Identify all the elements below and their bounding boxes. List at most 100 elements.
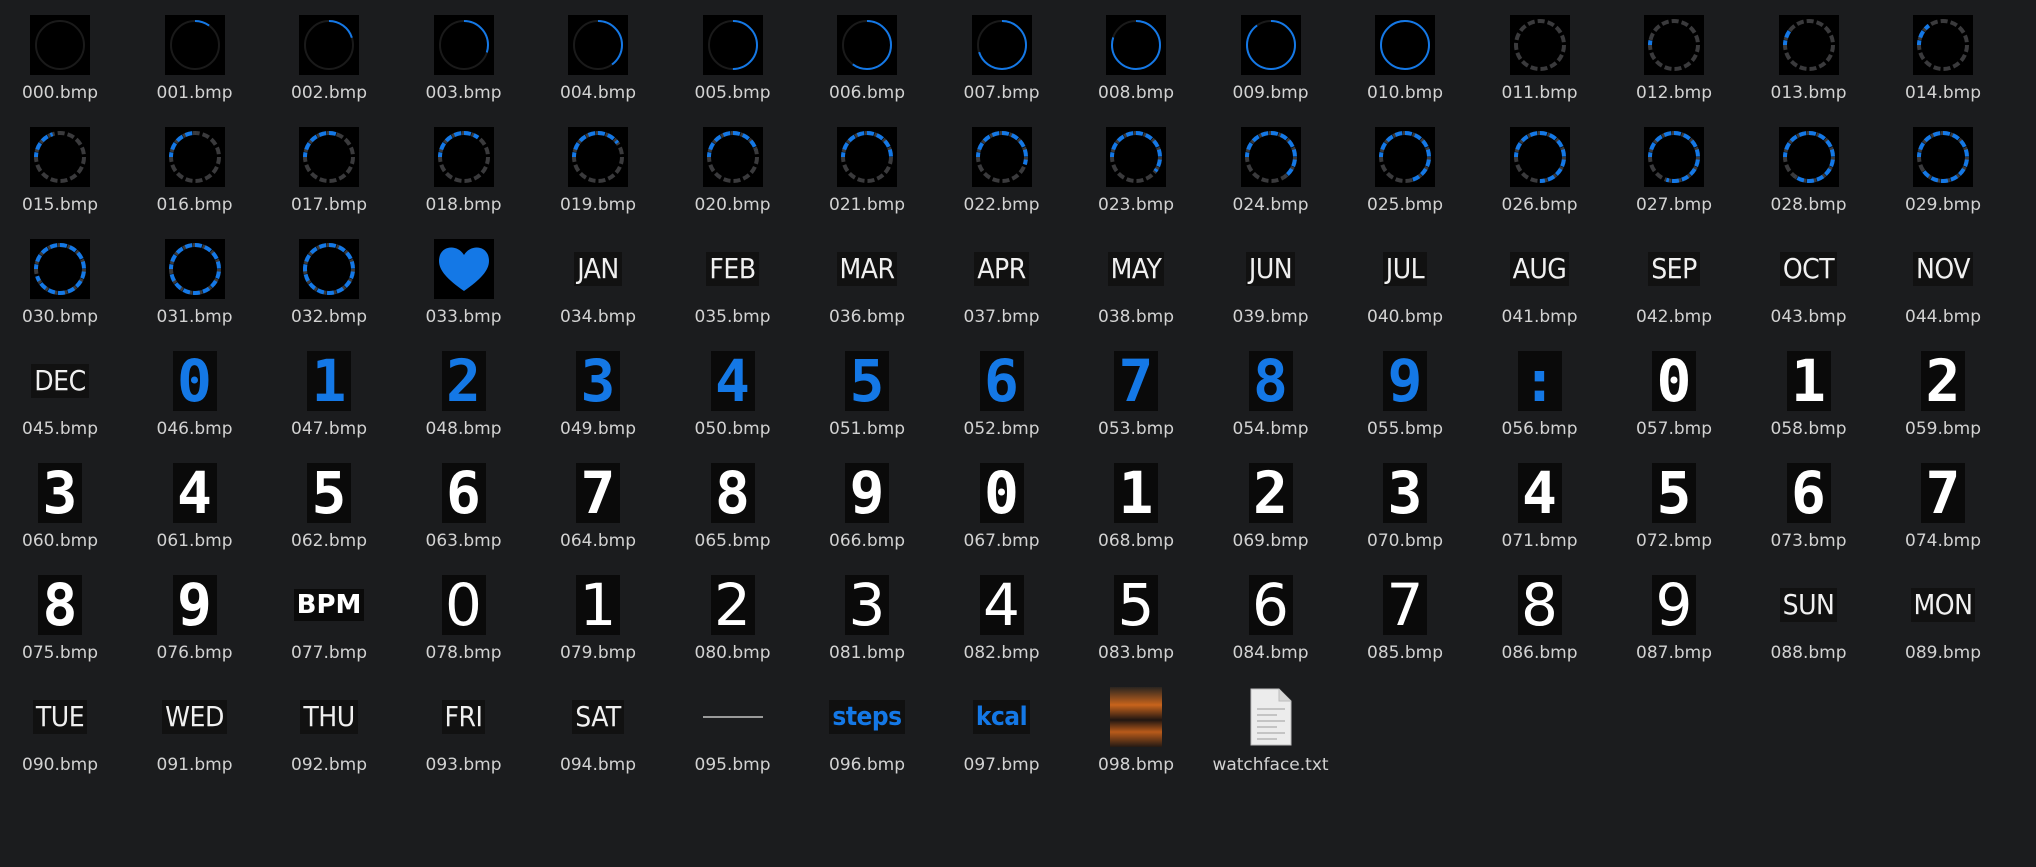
file-item[interactable]: BPM 077.bmp	[261, 575, 397, 683]
file-item[interactable]: 4 082.bmp	[934, 575, 1070, 683]
file-item[interactable]: 029.bmp	[1875, 127, 2011, 235]
file-item[interactable]: SUN 088.bmp	[1741, 575, 1877, 683]
file-item[interactable]: 6 052.bmp	[934, 351, 1070, 459]
file-item[interactable]: 016.bmp	[127, 127, 263, 235]
file-item[interactable]: 002.bmp	[261, 15, 397, 123]
file-item[interactable]: TUE 090.bmp	[0, 687, 128, 795]
file-item[interactable]: 026.bmp	[1472, 127, 1608, 235]
file-item[interactable]: 033.bmp	[396, 239, 532, 347]
file-item[interactable]: MAR 036.bmp	[799, 239, 935, 347]
file-item[interactable]: kcal 097.bmp	[934, 687, 1070, 795]
file-item[interactable]: 004.bmp	[530, 15, 666, 123]
file-item[interactable]: 0 078.bmp	[396, 575, 532, 683]
file-item[interactable]: 013.bmp	[1741, 15, 1877, 123]
file-item[interactable]: AUG 041.bmp	[1472, 239, 1608, 347]
file-item[interactable]: steps 096.bmp	[799, 687, 935, 795]
file-item[interactable]: 4 071.bmp	[1472, 463, 1608, 571]
file-item[interactable]: 018.bmp	[396, 127, 532, 235]
file-item[interactable]: 008.bmp	[1068, 15, 1204, 123]
file-item[interactable]: 015.bmp	[0, 127, 128, 235]
file-item[interactable]: 7 074.bmp	[1875, 463, 2011, 571]
file-item[interactable]: THU 092.bmp	[261, 687, 397, 795]
file-item[interactable]: watchface.txt	[1203, 687, 1339, 795]
file-item[interactable]: 9 076.bmp	[127, 575, 263, 683]
file-item[interactable]: 1 058.bmp	[1741, 351, 1877, 459]
file-item[interactable]: 028.bmp	[1741, 127, 1877, 235]
file-item[interactable]: 5 083.bmp	[1068, 575, 1204, 683]
file-item[interactable]: 8 065.bmp	[665, 463, 801, 571]
file-item[interactable]: 2 048.bmp	[396, 351, 532, 459]
file-item[interactable]: 021.bmp	[799, 127, 935, 235]
file-item[interactable]: 0 057.bmp	[1606, 351, 1742, 459]
file-item[interactable]: 032.bmp	[261, 239, 397, 347]
file-item[interactable]: APR 037.bmp	[934, 239, 1070, 347]
file-item[interactable]: 6 073.bmp	[1741, 463, 1877, 571]
file-item[interactable]: 5 051.bmp	[799, 351, 935, 459]
file-item[interactable]: 011.bmp	[1472, 15, 1608, 123]
file-item[interactable]: 4 061.bmp	[127, 463, 263, 571]
file-item[interactable]: 0 067.bmp	[934, 463, 1070, 571]
file-item[interactable]: 022.bmp	[934, 127, 1070, 235]
file-item[interactable]: SEP 042.bmp	[1606, 239, 1742, 347]
file-item[interactable]: 7 064.bmp	[530, 463, 666, 571]
file-item[interactable]: 014.bmp	[1875, 15, 2011, 123]
file-item[interactable]: 8 075.bmp	[0, 575, 128, 683]
file-item[interactable]: JAN 034.bmp	[530, 239, 666, 347]
file-item[interactable]: 9 087.bmp	[1606, 575, 1742, 683]
file-item[interactable]: 023.bmp	[1068, 127, 1204, 235]
file-item[interactable]: 1 068.bmp	[1068, 463, 1204, 571]
file-item[interactable]: 9 055.bmp	[1337, 351, 1473, 459]
file-item[interactable]: 9 066.bmp	[799, 463, 935, 571]
file-item[interactable]: MAY 038.bmp	[1068, 239, 1204, 347]
file-item[interactable]: 7 053.bmp	[1068, 351, 1204, 459]
file-item[interactable]: 8 054.bmp	[1203, 351, 1339, 459]
file-item[interactable]: 027.bmp	[1606, 127, 1742, 235]
file-item[interactable]: 010.bmp	[1337, 15, 1473, 123]
file-item[interactable]: 5 072.bmp	[1606, 463, 1742, 571]
file-item[interactable]: 1 047.bmp	[261, 351, 397, 459]
file-item[interactable]: FRI 093.bmp	[396, 687, 532, 795]
file-item[interactable]: 2 059.bmp	[1875, 351, 2011, 459]
file-item[interactable]: 017.bmp	[261, 127, 397, 235]
file-item[interactable]: OCT 043.bmp	[1741, 239, 1877, 347]
file-item[interactable]: 007.bmp	[934, 15, 1070, 123]
file-item[interactable]: 012.bmp	[1606, 15, 1742, 123]
file-item[interactable]: 2 069.bmp	[1203, 463, 1339, 571]
file-item[interactable]: 001.bmp	[127, 15, 263, 123]
file-item[interactable]: 3 081.bmp	[799, 575, 935, 683]
file-item[interactable]: 6 084.bmp	[1203, 575, 1339, 683]
file-item[interactable]: 000.bmp	[0, 15, 128, 123]
file-item[interactable]: 009.bmp	[1203, 15, 1339, 123]
file-item[interactable]: JUL 040.bmp	[1337, 239, 1473, 347]
file-item[interactable]: 8 086.bmp	[1472, 575, 1608, 683]
file-item[interactable]: MON 089.bmp	[1875, 575, 2011, 683]
file-item[interactable]: 019.bmp	[530, 127, 666, 235]
file-item[interactable]: 030.bmp	[0, 239, 128, 347]
file-item[interactable]: 3 060.bmp	[0, 463, 128, 571]
file-item[interactable]: SAT 094.bmp	[530, 687, 666, 795]
file-item[interactable]: 031.bmp	[127, 239, 263, 347]
file-item[interactable]: 3 070.bmp	[1337, 463, 1473, 571]
file-item[interactable]: 0 046.bmp	[127, 351, 263, 459]
file-item[interactable]: 098.bmp	[1068, 687, 1204, 795]
file-item[interactable]: 005.bmp	[665, 15, 801, 123]
file-item[interactable]: 003.bmp	[396, 15, 532, 123]
file-item[interactable]: 3 049.bmp	[530, 351, 666, 459]
file-item[interactable]: 024.bmp	[1203, 127, 1339, 235]
file-item[interactable]: 1 079.bmp	[530, 575, 666, 683]
file-item[interactable]: WED 091.bmp	[127, 687, 263, 795]
file-item[interactable]: NOV 044.bmp	[1875, 239, 2011, 347]
file-item[interactable]: FEB 035.bmp	[665, 239, 801, 347]
file-item[interactable]: JUN 039.bmp	[1203, 239, 1339, 347]
file-item[interactable]: 4 050.bmp	[665, 351, 801, 459]
file-item[interactable]: : 056.bmp	[1472, 351, 1608, 459]
file-item[interactable]: 006.bmp	[799, 15, 935, 123]
file-item[interactable]: 5 062.bmp	[261, 463, 397, 571]
file-item[interactable]: 095.bmp	[665, 687, 801, 795]
file-item[interactable]: 7 085.bmp	[1337, 575, 1473, 683]
file-item[interactable]: 2 080.bmp	[665, 575, 801, 683]
file-item[interactable]: DEC 045.bmp	[0, 351, 128, 459]
file-item[interactable]: 6 063.bmp	[396, 463, 532, 571]
file-item[interactable]: 025.bmp	[1337, 127, 1473, 235]
file-item[interactable]: 020.bmp	[665, 127, 801, 235]
